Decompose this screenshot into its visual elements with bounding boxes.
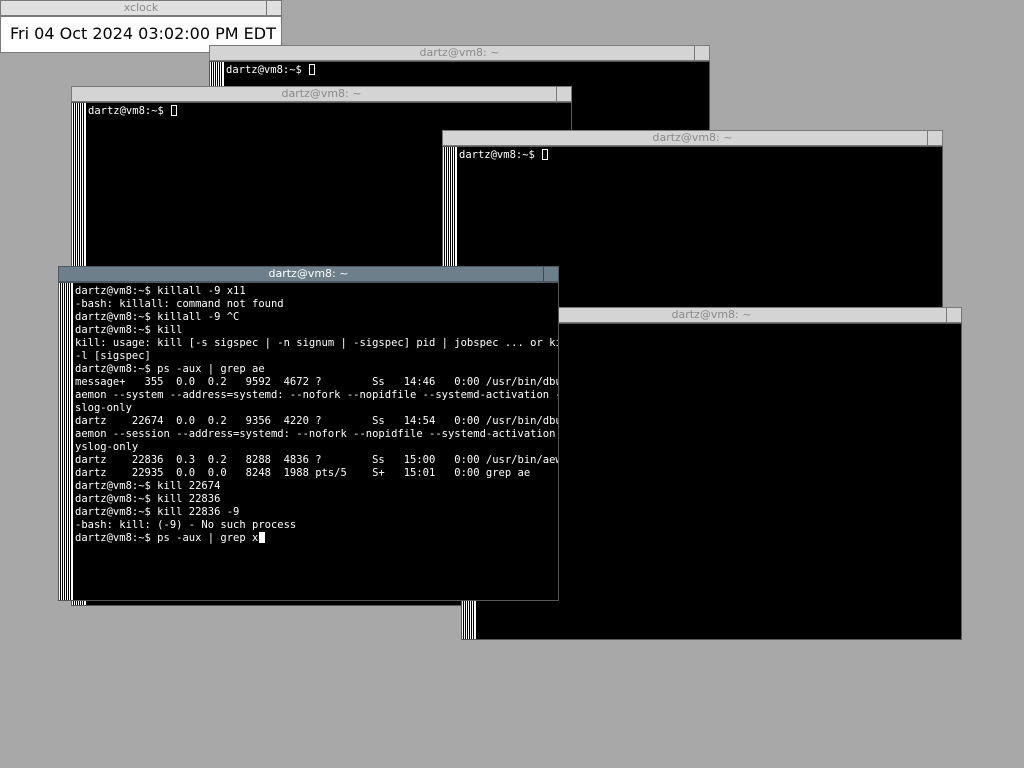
output-line: aemon --session --address=systemd: --nof… (75, 428, 559, 440)
terminal-title: dartz@vm8: ~ (281, 87, 362, 100)
output-line: dartz@vm8:~$ kill 22836 -9 (75, 506, 240, 518)
text-cursor (309, 64, 316, 75)
output-line: dartz 22836 0.3 0.2 8288 4836 ? Ss 15:00… (75, 454, 559, 466)
window-close-button[interactable] (556, 87, 571, 101)
output-line: kill: usage: kill [-s sigspec | -n signu… (75, 337, 559, 349)
text-cursor (542, 149, 549, 160)
text-cursor (259, 532, 266, 543)
terminal-title: dartz@vm8: ~ (268, 267, 349, 280)
prompt-line: dartz@vm8:~$ (459, 149, 542, 161)
output-line: yslog-only (75, 441, 139, 453)
window-close-button[interactable] (694, 46, 709, 60)
output-line: dartz@vm8:~$ kill (75, 324, 183, 336)
prompt-line: dartz@vm8:~$ (88, 105, 171, 117)
output-line: dartz 22674 0.0 0.2 9356 4220 ? Ss 14:54… (75, 415, 559, 427)
xclock-title: xclock (123, 1, 159, 14)
terminal-title: dartz@vm8: ~ (652, 131, 733, 144)
output-line: slog-only (75, 402, 132, 414)
terminal-titlebar[interactable]: dartz@vm8: ~ (71, 86, 572, 102)
terminal-titlebar[interactable]: dartz@vm8: ~ (442, 130, 943, 146)
xclock-close-button[interactable] (266, 1, 281, 15)
window-close-button[interactable] (543, 267, 558, 281)
terminal-title: dartz@vm8: ~ (419, 46, 500, 59)
output-line: -bash: killall: command not found (75, 298, 284, 310)
terminal-output: dartz@vm8:~$ killall -9 x11 -bash: killal… (75, 285, 559, 598)
output-line: dartz@vm8:~$ killall -9 ^C (75, 311, 240, 323)
window-close-button[interactable] (946, 308, 961, 322)
output-line: message+ 355 0.0 0.2 9592 4672 ? Ss 14:4… (75, 376, 559, 388)
terminal-title: dartz@vm8: ~ (671, 308, 752, 321)
command-input-line[interactable]: dartz@vm8:~$ ps -aux | grep x (75, 532, 556, 545)
output-line: -l [sigspec] (75, 350, 151, 362)
terminal-titlebar[interactable]: dartz@vm8: ~ (209, 45, 710, 61)
output-line: -bash: kill: (-9) - No such process (75, 519, 297, 531)
terminal-scrollbar[interactable] (59, 283, 73, 600)
window-close-button[interactable] (927, 131, 942, 145)
text-cursor (171, 105, 178, 116)
output-line: dartz 22935 0.0 0.0 8248 1988 pts/5 S+ 1… (75, 467, 531, 479)
output-line: dartz@vm8:~$ kill 22836 (75, 493, 221, 505)
prompt-line: dartz@vm8:~$ (226, 64, 309, 76)
output-line: aemon --system --address=systemd: --nofo… (75, 389, 559, 401)
active-terminal-window[interactable]: dartz@vm8: ~ dartz@vm8:~$ killall -9 x11… (58, 266, 559, 601)
terminal-body[interactable]: dartz@vm8:~$ killall -9 x11 -bash: killal… (58, 282, 559, 601)
output-line: dartz@vm8:~$ ps -aux | grep ae (75, 363, 265, 375)
xclock-titlebar[interactable]: xclock (0, 0, 282, 16)
terminal-titlebar[interactable]: dartz@vm8: ~ (58, 266, 559, 282)
command-input[interactable]: dartz@vm8:~$ ps -aux | grep x (75, 532, 258, 544)
output-line: dartz@vm8:~$ killall -9 x11 (75, 285, 246, 297)
output-line: dartz@vm8:~$ kill 22674 (75, 480, 221, 492)
